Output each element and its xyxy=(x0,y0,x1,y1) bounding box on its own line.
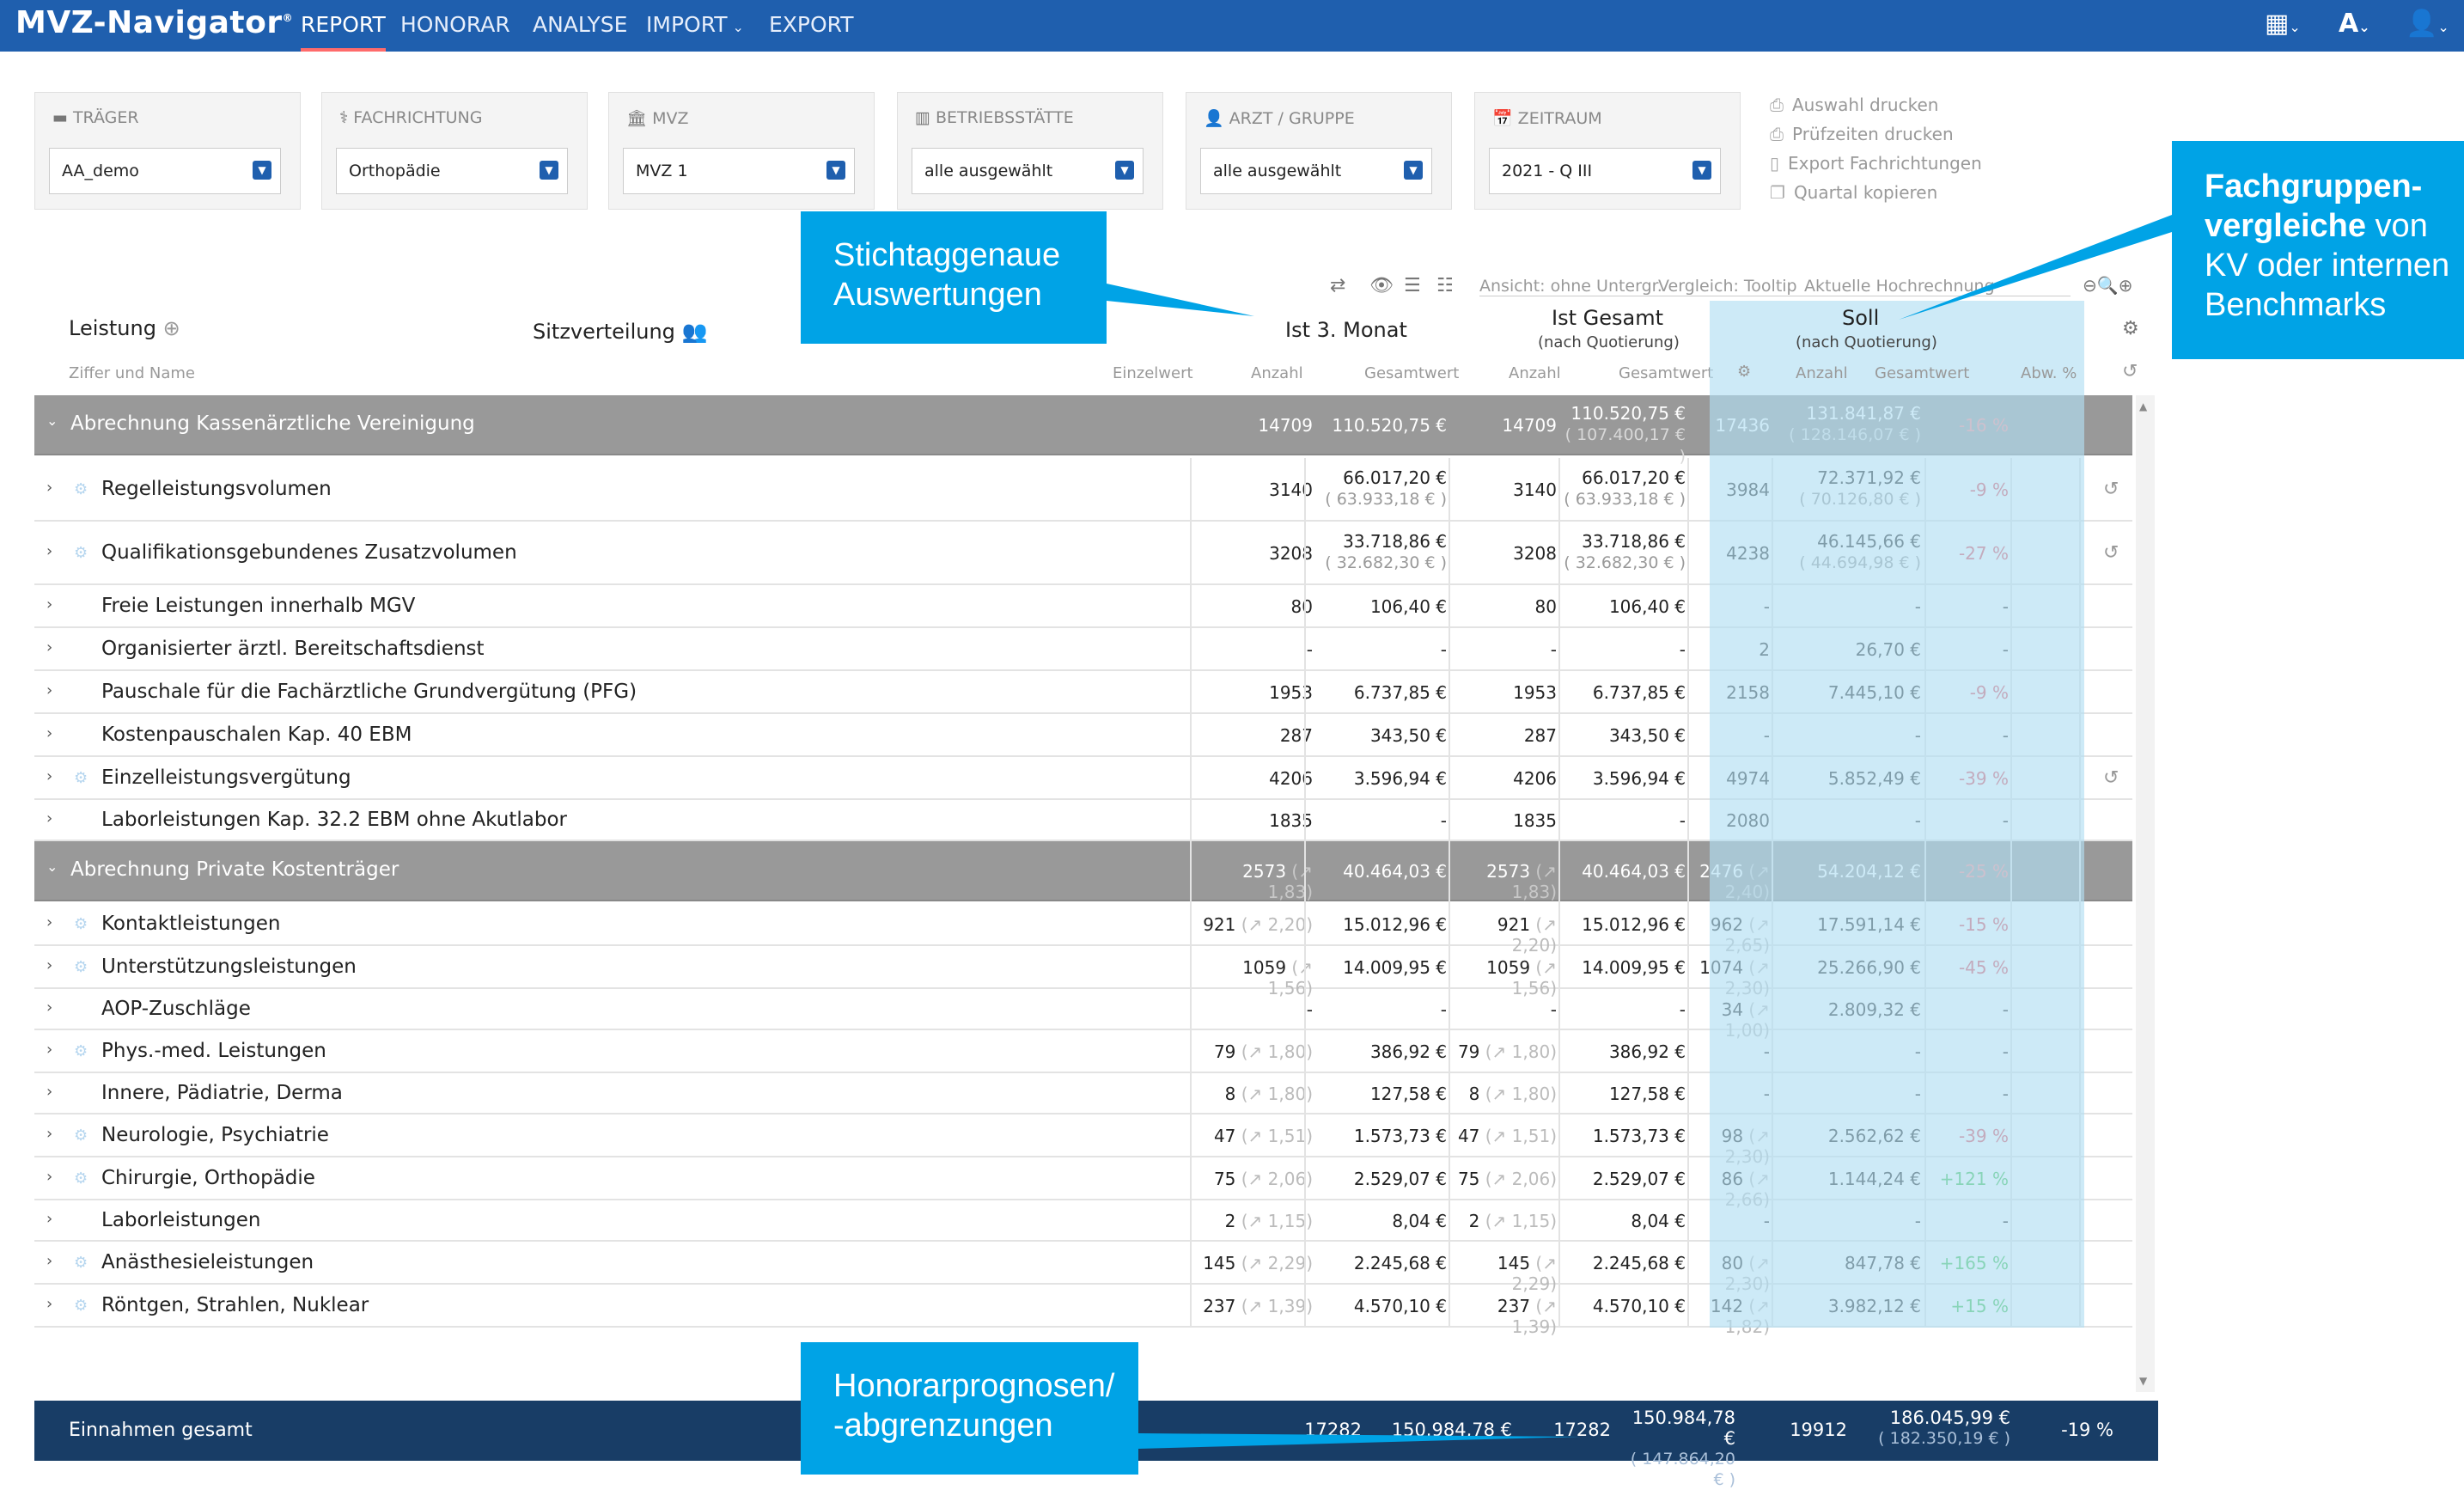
callout-line: Honorarprognosen/ xyxy=(833,1368,1115,1404)
callout-line: Fachgruppen- xyxy=(2205,168,2423,205)
callout-line: von xyxy=(2366,208,2428,244)
col-soll-note: (nach Quotierung) xyxy=(1796,333,1937,351)
callout-line: Stichtaggenaue xyxy=(833,237,1061,273)
callout-line: KV oder internen xyxy=(2205,247,2450,284)
callout-honorarprognosen: Honorarprognosen/ -abgrenzungen xyxy=(801,1342,1138,1475)
callout-line: vergleiche xyxy=(2205,208,2366,244)
callout-line: Auswertungen xyxy=(833,277,1042,313)
callout-stichtag: Stichtaggenaue Auswertungen xyxy=(801,211,1107,344)
callout-pointers xyxy=(1107,215,2172,1449)
sub-gesamtwert: Gesamtwert xyxy=(1875,364,1970,382)
callout-line: -abgrenzungen xyxy=(833,1408,1053,1444)
callout-fachgruppen: Fachgruppen- vergleiche von KV oder inte… xyxy=(2172,141,2464,359)
callout-line: Benchmarks xyxy=(2205,287,2387,323)
col-soll: Soll xyxy=(1842,306,1880,330)
gear-icon[interactable]: ⚙ xyxy=(1737,363,1751,381)
sub-abw: Abw. % xyxy=(2021,364,2077,382)
sub-anzahl: Anzahl xyxy=(1796,364,1848,382)
